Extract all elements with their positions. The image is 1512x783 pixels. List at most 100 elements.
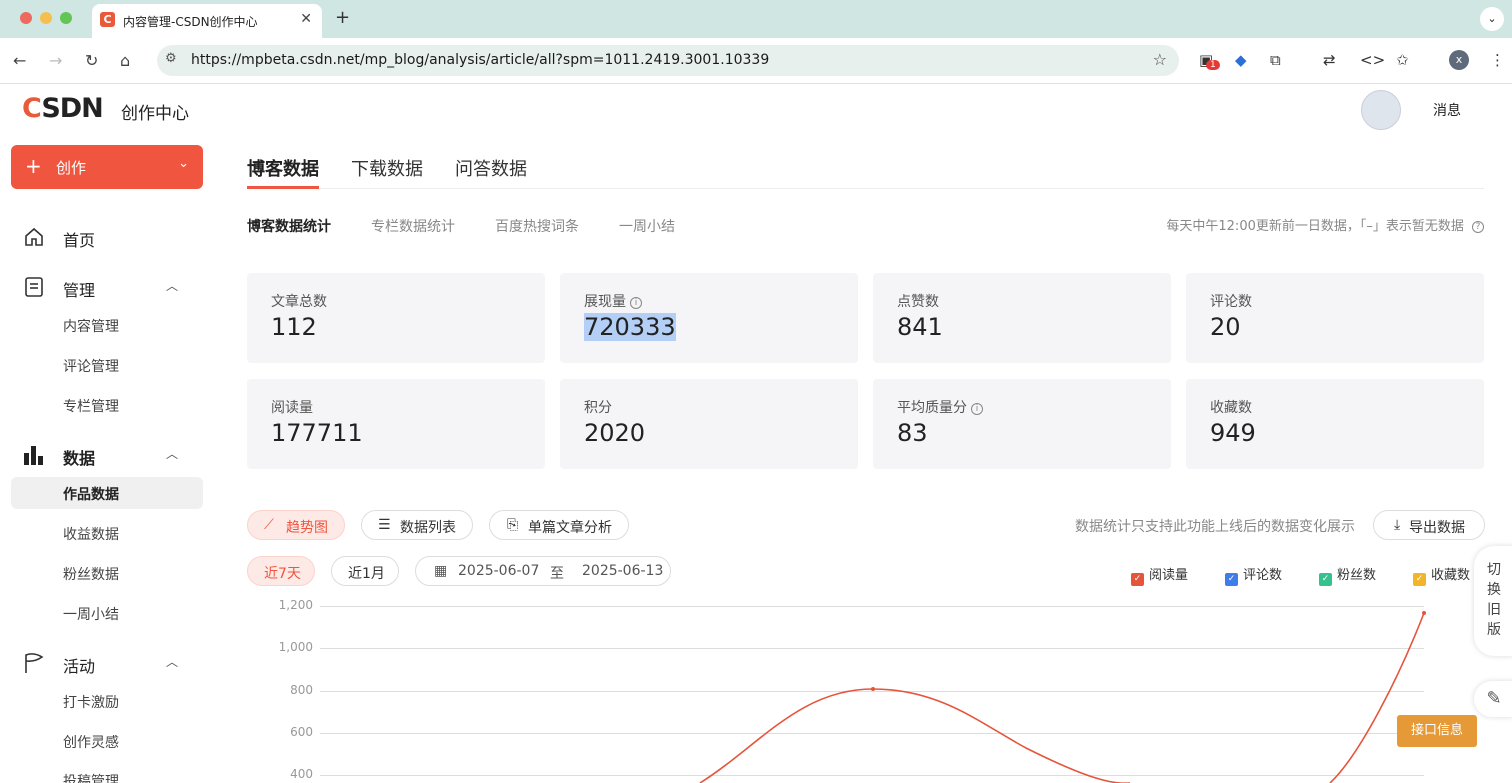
date-from[interactable]: 2025-06-07	[458, 563, 539, 579]
sidebar-item-works-data[interactable]: 作品数据	[63, 484, 119, 504]
date-to[interactable]: 2025-06-13	[582, 563, 663, 579]
subtab-blog-stats[interactable]: 博客数据统计	[247, 216, 331, 236]
chevron-up-icon: ︿	[166, 447, 179, 461]
y-tick-label: 600	[290, 725, 313, 739]
address-toolbar: ← → ↻ ⌂ ⚙ https://mpbeta.csdn.net/mp_blo…	[0, 38, 1512, 84]
stat-label: 积分	[584, 400, 612, 416]
list-label: 数据列表	[400, 520, 456, 536]
chevron-up-icon: ︿	[166, 279, 179, 293]
stat-card: 阅读量 177711	[247, 379, 545, 469]
maximize-window-button[interactable]	[60, 12, 72, 24]
sidebar-item-comment-manage[interactable]: 评论管理	[63, 356, 119, 376]
home-icon	[22, 225, 46, 249]
url-text[interactable]: https://mpbeta.csdn.net/mp_blog/analysis…	[191, 52, 769, 68]
trend-view-button[interactable]: ⟋ 趋势图	[247, 510, 345, 540]
chevron-up-icon: ︿	[166, 655, 179, 669]
stat-value: 949	[1210, 419, 1256, 447]
tab-search-chevron-icon[interactable]: ⌄	[1480, 7, 1504, 31]
y-tick-label: 1,200	[278, 598, 313, 612]
tab-qa-data[interactable]: 问答数据	[455, 155, 527, 181]
sidebar-item-fans-data[interactable]: 粉丝数据	[63, 564, 119, 584]
subtab-baidu-hot[interactable]: 百度热搜词条	[495, 216, 579, 236]
api-info-button[interactable]: 接口信息	[1397, 715, 1477, 747]
sidebar-item-checkin[interactable]: 打卡激励	[63, 692, 119, 712]
legend-label: 收藏数	[1431, 568, 1471, 583]
legend-item[interactable]: ✓ 阅读量	[1131, 564, 1188, 586]
stat-value: 2020	[584, 419, 646, 447]
stat-card: 平均质量分 i 83	[873, 379, 1171, 469]
range-7days-button[interactable]: 近7天	[247, 556, 315, 586]
date-range-picker[interactable]: ▦ 2025-06-07 至 2025-06-13	[415, 556, 671, 586]
legend-label: 评论数	[1243, 568, 1283, 583]
subtab-column-stats[interactable]: 专栏数据统计	[371, 216, 455, 236]
range-label: 近1月	[348, 566, 385, 582]
question-icon[interactable]: ?	[1472, 221, 1484, 233]
info-icon[interactable]: i	[971, 403, 983, 415]
export-label: 导出数据	[1409, 520, 1465, 536]
sidebar-item-submissions[interactable]: 投稿管理	[63, 771, 119, 783]
sidebar-item-column-manage[interactable]: 专栏管理	[63, 396, 119, 416]
favorites-icon[interactable]: ✩	[1396, 51, 1409, 69]
stat-value: 841	[897, 313, 943, 341]
forward-arrow-icon[interactable]: →	[49, 51, 62, 70]
y-tick-label: 1,000	[278, 640, 313, 654]
info-icon[interactable]: i	[630, 297, 642, 309]
url-bar[interactable]: ⚙ https://mpbeta.csdn.net/mp_blog/analys…	[157, 45, 1179, 76]
stat-label: 点赞数	[897, 294, 939, 310]
sidebar-item-content-manage[interactable]: 内容管理	[63, 316, 119, 336]
flag-icon	[22, 651, 46, 675]
new-tab-icon[interactable]: +	[335, 7, 350, 28]
reload-icon[interactable]: ↻	[85, 51, 98, 70]
messages-link[interactable]: 消息	[1433, 100, 1461, 120]
menu-kebab-icon[interactable]: ⋮	[1490, 51, 1505, 69]
profile-avatar[interactable]: x	[1449, 50, 1469, 70]
y-tick-label: 800	[290, 683, 313, 697]
feedback-edit-icon[interactable]: ✎	[1474, 681, 1512, 717]
logo-c: C	[22, 93, 42, 124]
legend-item[interactable]: ✓ 收藏数	[1413, 564, 1470, 586]
csdn-logo[interactable]: CSDN	[22, 93, 104, 124]
sidebar-item-inspiration[interactable]: 创作灵感	[63, 732, 119, 752]
user-avatar[interactable]	[1361, 90, 1401, 130]
home-icon[interactable]: ⌂	[120, 51, 130, 70]
create-button[interactable]: + 创作 ⌄	[11, 145, 203, 189]
stat-note: 数据统计只支持此功能上线后的数据变化展示	[1075, 519, 1355, 535]
subtab-weekly[interactable]: 一周小结	[619, 216, 675, 236]
close-window-button[interactable]	[20, 12, 32, 24]
code-icon[interactable]: <>	[1360, 51, 1385, 69]
translate-icon[interactable]: ⇄	[1323, 51, 1336, 69]
page-content: CSDN 创作中心 消息 + 创作 ⌄ 首页 管理 ︿ 内容管理 评论管理 专栏…	[0, 85, 1512, 783]
puzzle-extensions-icon[interactable]: ⧉	[1270, 51, 1281, 69]
switch-old-version-button[interactable]: 切换旧版	[1474, 546, 1512, 656]
single-article-button[interactable]: ⎘ 单篇文章分析	[489, 510, 629, 540]
browser-tab-bar: C 内容管理-CSDN创作中心 ✕ + ⌄	[0, 0, 1512, 38]
selected-value[interactable]: 720333	[584, 313, 676, 341]
list-icon: ☰	[378, 517, 391, 533]
layers-extension-icon[interactable]: ◆	[1235, 51, 1247, 69]
stat-value: 20	[1210, 313, 1241, 341]
sidebar-item-income-data[interactable]: 收益数据	[63, 524, 119, 544]
extension-icon[interactable]: ▣ 1	[1199, 51, 1220, 70]
stat-card: 点赞数 841	[873, 273, 1171, 363]
range-1month-button[interactable]: 近1月	[331, 556, 399, 586]
data-point[interactable]	[871, 687, 875, 691]
back-arrow-icon[interactable]: ←	[13, 51, 26, 70]
browser-tab[interactable]: C 内容管理-CSDN创作中心 ✕	[92, 4, 322, 38]
minimize-window-button[interactable]	[40, 12, 52, 24]
stat-label: 评论数	[1210, 294, 1252, 310]
close-tab-icon[interactable]: ✕	[300, 11, 312, 27]
range-label: 近7天	[264, 566, 301, 582]
tab-download-data[interactable]: 下载数据	[351, 155, 423, 181]
stat-card: 积分 2020	[560, 379, 858, 469]
legend-item[interactable]: ✓ 粉丝数	[1319, 564, 1376, 586]
create-label: 创作	[56, 159, 87, 177]
bookmark-star-icon[interactable]: ☆	[1153, 50, 1167, 69]
trend-label: 趋势图	[286, 520, 328, 536]
sidebar-item-weekly-summary[interactable]: 一周小结	[63, 604, 119, 624]
list-view-button[interactable]: ☰ 数据列表	[361, 510, 473, 540]
legend-item[interactable]: ✓ 评论数	[1225, 564, 1282, 586]
data-point[interactable]	[1422, 611, 1426, 615]
export-button[interactable]: ⤓ 导出数据	[1373, 510, 1485, 540]
tab-blog-data[interactable]: 博客数据	[247, 155, 319, 181]
site-settings-icon[interactable]: ⚙	[165, 51, 183, 69]
